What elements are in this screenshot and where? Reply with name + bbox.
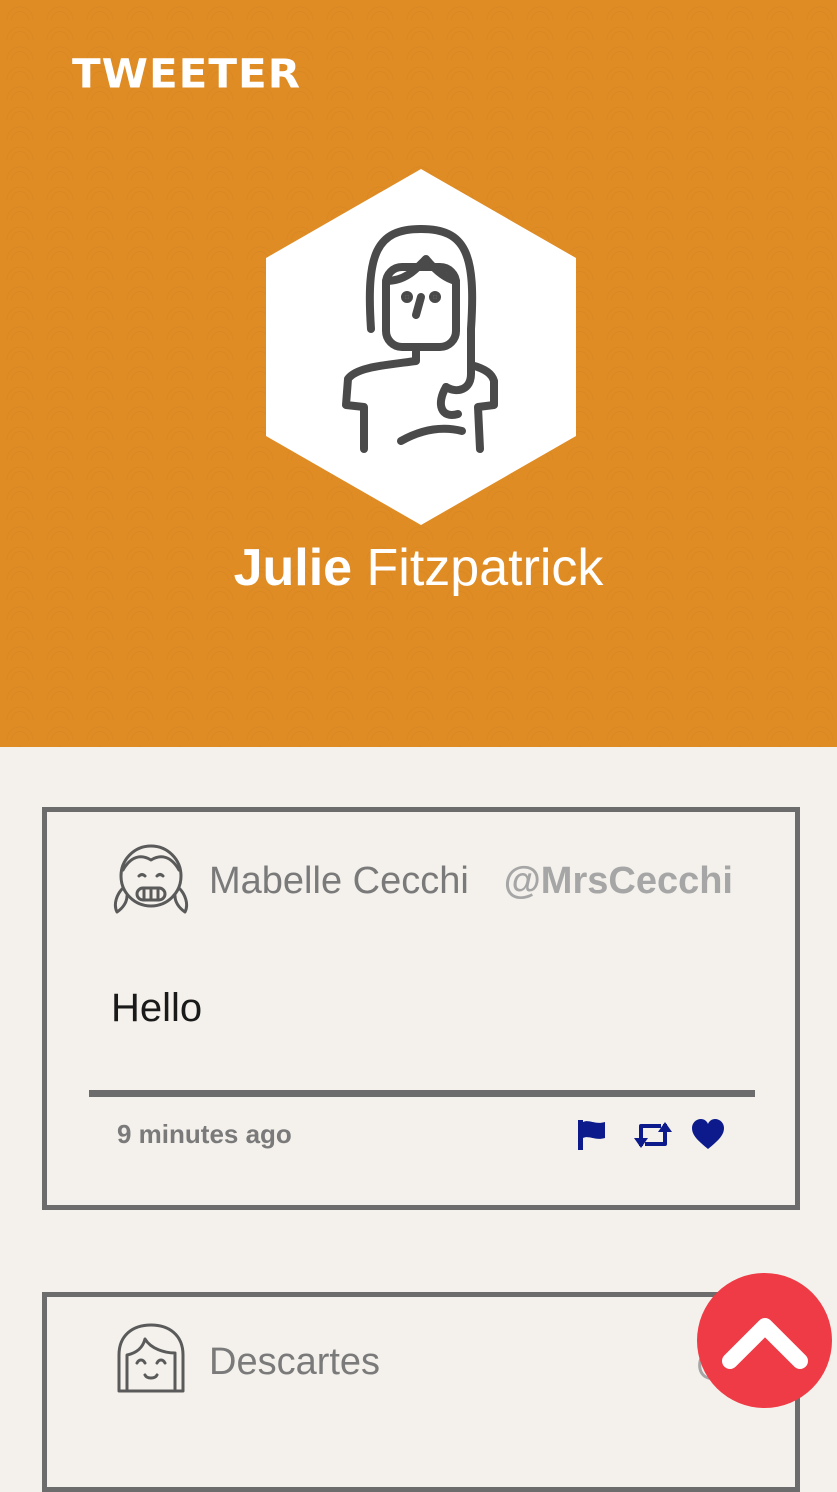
profile-header: TWEETER Julie Fitzpatrick (0, 0, 837, 747)
tweet-timestamp: 9 minutes ago (117, 1119, 292, 1149)
profile-last-name: Fitzpatrick (366, 539, 604, 597)
brand-logo[interactable]: TWEETER (72, 53, 301, 95)
girl-bob-avatar-icon (117, 1323, 185, 1393)
retweet-icon[interactable] (633, 1118, 672, 1152)
tweet-author-handle[interactable]: @MrsCecchi (504, 858, 733, 904)
chevron-up-icon (721, 1317, 808, 1369)
flag-icon[interactable] (575, 1118, 609, 1152)
tweet-divider (89, 1090, 755, 1097)
scroll-to-top-button[interactable] (697, 1273, 832, 1408)
tweet-card: Mabelle Cecchi @MrsCecchi Hello 9 minute… (42, 807, 800, 1210)
profile-name: Julie Fitzpatrick (0, 536, 837, 600)
profile-first-name: Julie (233, 539, 353, 597)
tweet-author-name: Descartes (209, 1341, 381, 1383)
tweet-card: Descartes @ (42, 1292, 800, 1492)
profile-avatar (266, 169, 576, 525)
heart-icon[interactable] (691, 1118, 725, 1152)
tweet-text: Hello (111, 986, 203, 1030)
girl-pigtails-avatar-icon (113, 844, 189, 914)
tweet-actions (575, 1118, 725, 1152)
tweet-author-name: Mabelle Cecchi (209, 860, 469, 902)
